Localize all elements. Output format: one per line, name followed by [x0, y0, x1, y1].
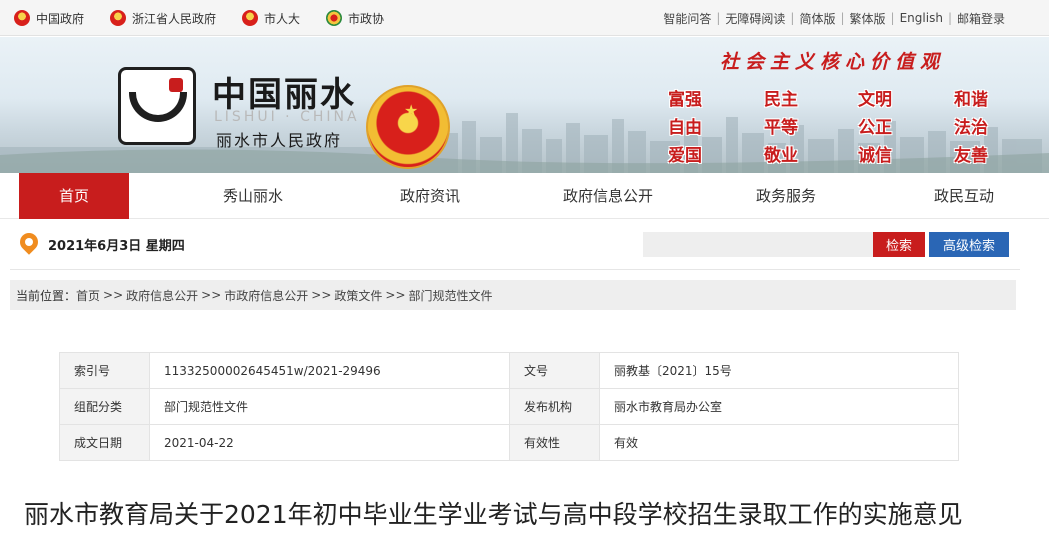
- document-title: 丽水市教育局关于2021年初中毕业生学业考试与高中段学校招生录取工作的实施意见: [24, 500, 963, 529]
- simplified-chinese-link[interactable]: 简体版: [799, 10, 835, 27]
- star-icon: ★: [404, 101, 419, 120]
- link-city-cppcc[interactable]: 市政协: [326, 10, 384, 27]
- link-label: 浙江省人民政府: [132, 11, 217, 26]
- link-label: 市政协: [348, 11, 385, 26]
- link-city-congress[interactable]: 市人大: [242, 10, 300, 27]
- link-central-government[interactable]: 中国政府: [14, 10, 84, 27]
- breadcrumb-item[interactable]: 政府信息公开: [126, 287, 198, 304]
- traditional-chinese-link[interactable]: 繁体版: [850, 10, 886, 27]
- breadcrumb-separator: >>: [385, 288, 406, 302]
- search-button[interactable]: 检索: [873, 232, 925, 257]
- core-values-title: 社会主义核心价值观: [720, 51, 946, 73]
- core-value: 自由: [668, 118, 702, 138]
- nav-scenic-lishui[interactable]: 秀山丽水: [198, 173, 308, 219]
- info-key: 发布机构: [509, 388, 600, 425]
- core-value: 爱国: [668, 146, 702, 166]
- core-value: 文明: [858, 90, 892, 110]
- info-key: 组配分类: [59, 388, 150, 425]
- link-label: 中国政府: [36, 11, 85, 26]
- utility-links: 智能问答 | 无障碍阅读 | 简体版 | 繁体版 | English | 邮箱登…: [663, 0, 1005, 36]
- core-value: 诚信: [858, 146, 892, 166]
- core-value: 友善: [954, 146, 988, 166]
- date-search-row: 2021年6月3日 星期四 检索 高级检索: [10, 220, 1020, 270]
- breadcrumb-item[interactable]: 部门规范性文件: [409, 287, 493, 304]
- nav-information-disclosure[interactable]: 政府信息公开: [548, 173, 668, 219]
- link-zhejiang-government[interactable]: 浙江省人民政府: [110, 10, 216, 27]
- nav-government-services[interactable]: 政务服务: [731, 173, 841, 219]
- core-value: 法治: [954, 118, 988, 138]
- document-info-table: 索引号 11332500002645451w/2021-29496 文号 丽教基…: [59, 352, 959, 461]
- info-key: 有效性: [509, 424, 600, 461]
- info-value: 部门规范性文件: [149, 388, 510, 425]
- national-emblem-icon: [14, 10, 30, 26]
- info-key: 索引号: [59, 352, 150, 389]
- info-value: 有效: [599, 424, 959, 461]
- related-sites: 中国政府 浙江省人民政府 市人大 市政协: [14, 0, 410, 36]
- table-row: 索引号 11332500002645451w/2021-29496 文号 丽教基…: [59, 352, 959, 389]
- location-pin-icon: [16, 229, 42, 255]
- main-nav: 首页 秀山丽水 政府资讯 政府信息公开 政务服务 政民互动: [0, 173, 1049, 219]
- breadcrumb-item[interactable]: 政策文件: [334, 287, 382, 304]
- core-value: 富强: [668, 90, 702, 110]
- site-banner: 中国丽水 LISHUI · CHINA 丽水市人民政府 ★ 社会主义核心价值观 …: [0, 37, 1049, 173]
- breadcrumb-item[interactable]: 市政府信息公开: [224, 287, 308, 304]
- info-value: 11332500002645451w/2021-29496: [149, 352, 510, 389]
- divider: |: [840, 11, 845, 25]
- core-value: 敬业: [764, 146, 798, 166]
- site-pinyin: LISHUI · CHINA: [214, 109, 360, 125]
- site-subtitle: 丽水市人民政府: [216, 131, 343, 150]
- search-input[interactable]: [643, 232, 878, 257]
- core-value: 民主: [764, 90, 798, 110]
- accessible-reading-link[interactable]: 无障碍阅读: [725, 10, 785, 27]
- divider: |: [947, 11, 952, 25]
- nav-public-interaction[interactable]: 政民互动: [909, 173, 1019, 219]
- breadcrumb-separator: >>: [311, 288, 332, 302]
- breadcrumb-separator: >>: [103, 288, 124, 302]
- link-label: 市人大: [264, 11, 301, 26]
- mail-login-link[interactable]: 邮箱登录: [957, 10, 1005, 27]
- logo-brush-stroke: [129, 92, 187, 122]
- divider: |: [890, 11, 895, 25]
- lishui-logo[interactable]: [118, 67, 196, 145]
- core-values-grid: 富强 民主 文明 和谐 自由 平等 公正 法治 爱国 敬业 诚信 友善: [668, 83, 998, 167]
- core-value: 和谐: [954, 90, 988, 110]
- divider: |: [716, 11, 721, 25]
- info-key: 成文日期: [59, 424, 150, 461]
- divider: |: [790, 11, 795, 25]
- info-value: 丽教基〔2021〕15号: [599, 352, 959, 389]
- core-value: 公正: [858, 118, 892, 138]
- cppcc-emblem-icon: [326, 10, 343, 26]
- breadcrumb-separator: >>: [201, 288, 222, 302]
- advanced-search-button[interactable]: 高级检索: [929, 232, 1009, 257]
- info-value: 2021-04-22: [149, 424, 510, 461]
- current-date: 2021年6月3日 星期四: [48, 239, 185, 254]
- nav-government-news[interactable]: 政府资讯: [375, 173, 485, 219]
- logo-seal-dot: [169, 78, 183, 92]
- breadcrumb-item[interactable]: 首页: [76, 287, 100, 304]
- info-key: 文号: [509, 352, 600, 389]
- national-emblem-icon: [242, 10, 259, 26]
- info-value: 丽水市教育局办公室: [599, 388, 959, 425]
- table-row: 成文日期 2021-04-22 有效性 有效: [59, 424, 959, 461]
- smart-qa-link[interactable]: 智能问答: [663, 10, 711, 27]
- nav-home[interactable]: 首页: [19, 173, 129, 219]
- table-row: 组配分类 部门规范性文件 发布机构 丽水市教育局办公室: [59, 388, 959, 425]
- zhejiang-emblem-icon: [110, 10, 127, 26]
- national-emblem-icon: ★: [366, 85, 450, 169]
- breadcrumb-label: 当前位置：: [16, 288, 77, 303]
- core-value: 平等: [764, 118, 798, 138]
- english-link[interactable]: English: [900, 11, 943, 25]
- top-bar: 中国政府 浙江省人民政府 市人大 市政协 智能问答 | 无障碍阅读 | 简体版 …: [0, 0, 1049, 36]
- breadcrumb: 当前位置： 首页 >> 政府信息公开 >> 市政府信息公开 >> 政策文件 >>…: [10, 280, 1016, 310]
